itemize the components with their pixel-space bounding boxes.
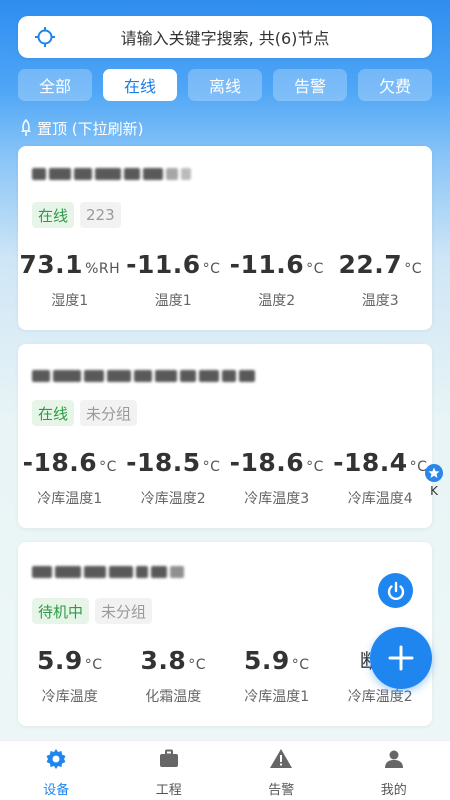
- tag-list: 在线 223: [32, 202, 121, 228]
- metric-label: 湿度1: [51, 293, 89, 309]
- nav-label: 设备: [43, 783, 70, 798]
- nav-item-mine[interactable]: 我的: [338, 741, 450, 800]
- metric-label: 冷库温度4: [347, 491, 413, 507]
- group-badge: 223: [80, 202, 121, 228]
- metric-unit: °C: [188, 657, 207, 673]
- nav-label: 工程: [155, 783, 182, 798]
- pin-hint: 置顶 (下拉刷新): [18, 117, 143, 139]
- metric-label: 温度1: [154, 293, 192, 309]
- metric: 73.1 %RH 湿度1: [18, 248, 122, 310]
- rocket-icon: [21, 119, 31, 136]
- metric: -18.5 °C 冷库温度2: [122, 446, 226, 508]
- metric-row: 73.1 %RH 湿度1 -11.6 °C 温度1 -11.6 °C 温度2 22.7…: [18, 248, 432, 310]
- metric: -18.6 °C 冷库温度1: [18, 446, 122, 508]
- search-input[interactable]: 请输入关键字搜索, 共(6)节点: [18, 25, 432, 49]
- metric-value: 5.9: [243, 646, 290, 675]
- briefcase-icon: [159, 749, 178, 767]
- device-card[interactable]: 在线 未分组 -18.6 °C 冷库温度1 -18.5 °C 冷库温度2 -18.6…: [18, 344, 432, 528]
- user-icon: [384, 750, 403, 768]
- device-name-redacted: [32, 366, 255, 386]
- status-badge: 待机中: [32, 598, 90, 624]
- power-button[interactable]: [378, 573, 413, 608]
- filter-tabs: 全部 在线 离线 告警 欠费: [18, 69, 432, 101]
- metric-value: -18.6: [22, 448, 98, 477]
- device-card[interactable]: 在线 223 73.1 %RH 湿度1 -11.6 °C 温度1 -11.6 °C 温…: [18, 146, 432, 330]
- metric: -11.6 °C 温度1: [122, 248, 226, 310]
- side-badge-label: K: [430, 484, 438, 498]
- metric-value: -18.6: [229, 448, 305, 477]
- metric-label: 温度2: [258, 293, 296, 309]
- metric: 5.9 °C 冷库温度1: [225, 644, 329, 706]
- metric-label: 冷库温度1: [244, 689, 310, 705]
- nav-item-devices[interactable]: 设备: [0, 741, 113, 800]
- star-icon: [425, 464, 443, 482]
- metric-value: -11.6: [126, 250, 201, 279]
- device-name-redacted: [32, 164, 191, 184]
- nav-item-alarms[interactable]: 告警: [225, 741, 338, 800]
- group-badge: 未分组: [80, 400, 138, 426]
- metric-value: 22.7: [338, 250, 403, 279]
- metric-label: 化霜温度: [145, 689, 202, 705]
- device-card[interactable]: 待机中 未分组 5.9 °C 冷库温度 3.8 °C 化霜温度 5.9 °C 冷库温度…: [18, 542, 432, 726]
- tag-list: 待机中 未分组: [32, 598, 153, 624]
- search-bar[interactable]: 请输入关键字搜索, 共(6)节点: [18, 16, 432, 58]
- metric-value: 3.8: [140, 646, 187, 675]
- nav-label: 告警: [268, 783, 295, 798]
- plus-icon: [388, 645, 414, 671]
- nav-label: 我的: [380, 783, 407, 798]
- tab-alarm[interactable]: 告警: [273, 69, 347, 101]
- side-badge[interactable]: K: [424, 464, 444, 498]
- pin-hint-text: 置顶 (下拉刷新): [37, 119, 144, 138]
- metric-value: -18.5: [126, 448, 201, 477]
- bottom-nav: 设备 工程 告警 我的: [0, 740, 450, 800]
- metric-label: 冷库温度3: [244, 491, 310, 507]
- metric-unit: %RH: [85, 261, 121, 277]
- group-badge: 未分组: [95, 598, 153, 624]
- metric: -11.6 °C 温度2: [225, 248, 329, 310]
- metric: 22.7 °C 温度3: [329, 248, 433, 310]
- metric-label: 冷库温度2: [347, 689, 413, 705]
- nav-item-projects[interactable]: 工程: [113, 741, 226, 800]
- metric-row: -18.6 °C 冷库温度1 -18.5 °C 冷库温度2 -18.6 °C 冷库温度…: [18, 446, 432, 508]
- add-device-button[interactable]: [370, 627, 432, 689]
- gear-icon: [46, 749, 66, 769]
- metric-value: -11.6: [229, 250, 305, 279]
- tab-arrears[interactable]: 欠费: [358, 69, 432, 101]
- metric: -18.6 °C 冷库温度3: [225, 446, 329, 508]
- metric-unit: °C: [84, 657, 103, 673]
- metric-unit: °C: [99, 459, 117, 475]
- metric: 5.9 °C 冷库温度: [18, 644, 122, 706]
- metric-label: 冷库温度: [41, 689, 98, 705]
- metric-label: 冷库温度2: [140, 491, 206, 507]
- locate-icon[interactable]: [34, 26, 56, 48]
- power-icon: [387, 581, 404, 600]
- metric-unit: °C: [202, 261, 221, 277]
- metric-unit: °C: [404, 261, 422, 277]
- warning-icon: [270, 749, 293, 768]
- metric-unit: °C: [306, 261, 324, 277]
- tab-all[interactable]: 全部: [18, 69, 92, 101]
- metric-label: 冷库温度1: [37, 491, 103, 507]
- tab-offline[interactable]: 离线: [188, 69, 262, 101]
- metric-value: 73.1: [19, 250, 84, 279]
- metric: -18.4 °C 冷库温度4: [329, 446, 433, 508]
- metric-label: 温度3: [361, 293, 399, 309]
- metric-unit: °C: [306, 459, 324, 475]
- tab-online[interactable]: 在线: [103, 69, 177, 101]
- tag-list: 在线 未分组: [32, 400, 138, 426]
- status-badge: 在线: [32, 400, 75, 426]
- metric-unit: °C: [291, 657, 310, 673]
- device-name-redacted: [32, 562, 184, 582]
- metric-unit: °C: [202, 459, 221, 475]
- metric-value: -18.4: [333, 448, 408, 477]
- metric: 3.8 °C 化霜温度: [122, 644, 226, 706]
- status-badge: 在线: [32, 202, 75, 228]
- metric-value: 5.9: [36, 646, 83, 675]
